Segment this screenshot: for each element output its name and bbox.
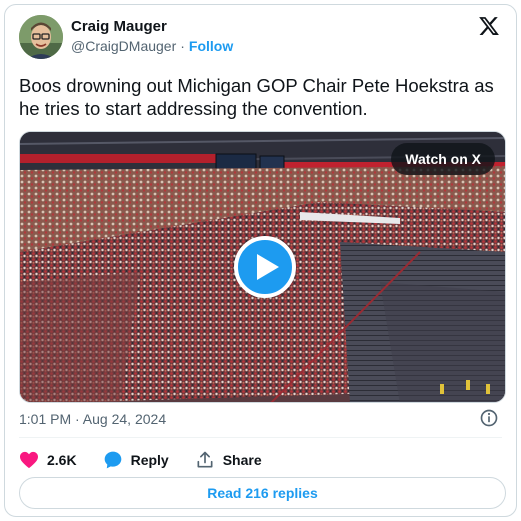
tweet-timestamp[interactable]: 1:01 PM · Aug 24, 2024	[19, 411, 166, 427]
share-label: Share	[222, 452, 262, 468]
like-count: 2.6K	[47, 452, 77, 468]
share-button[interactable]: Share	[195, 450, 262, 470]
reply-button[interactable]: Reply	[103, 450, 169, 470]
follow-button[interactable]: Follow	[189, 38, 233, 54]
author-handle-line: @CraigDMauger · Follow	[71, 38, 233, 54]
info-icon[interactable]	[479, 408, 499, 428]
author-name[interactable]: Craig Mauger	[71, 18, 167, 35]
video-player[interactable]: Watch on X	[19, 131, 506, 403]
reply-label: Reply	[130, 452, 169, 468]
author-handle[interactable]: @CraigDMauger	[71, 38, 176, 54]
reply-bubble-icon	[104, 451, 121, 469]
x-logo-icon[interactable]	[478, 15, 500, 37]
tweet-text: Boos drowning out Michigan GOP Chair Pet…	[19, 75, 494, 119]
watch-on-x-button[interactable]: Watch on X	[391, 143, 495, 175]
tweet-card: Craig Mauger @CraigDMauger · Follow Boos d…	[4, 4, 517, 517]
action-bar: 2.6K Reply Share	[19, 449, 288, 471]
heart-icon	[20, 451, 38, 469]
separator-dot: ·	[180, 38, 185, 54]
like-button[interactable]: 2.6K	[19, 451, 77, 469]
read-replies-button[interactable]: Read 216 replies	[19, 477, 506, 509]
avatar[interactable]	[19, 15, 63, 59]
play-icon	[257, 254, 279, 280]
divider	[19, 437, 502, 438]
share-icon	[197, 451, 213, 468]
play-button[interactable]	[234, 236, 296, 298]
